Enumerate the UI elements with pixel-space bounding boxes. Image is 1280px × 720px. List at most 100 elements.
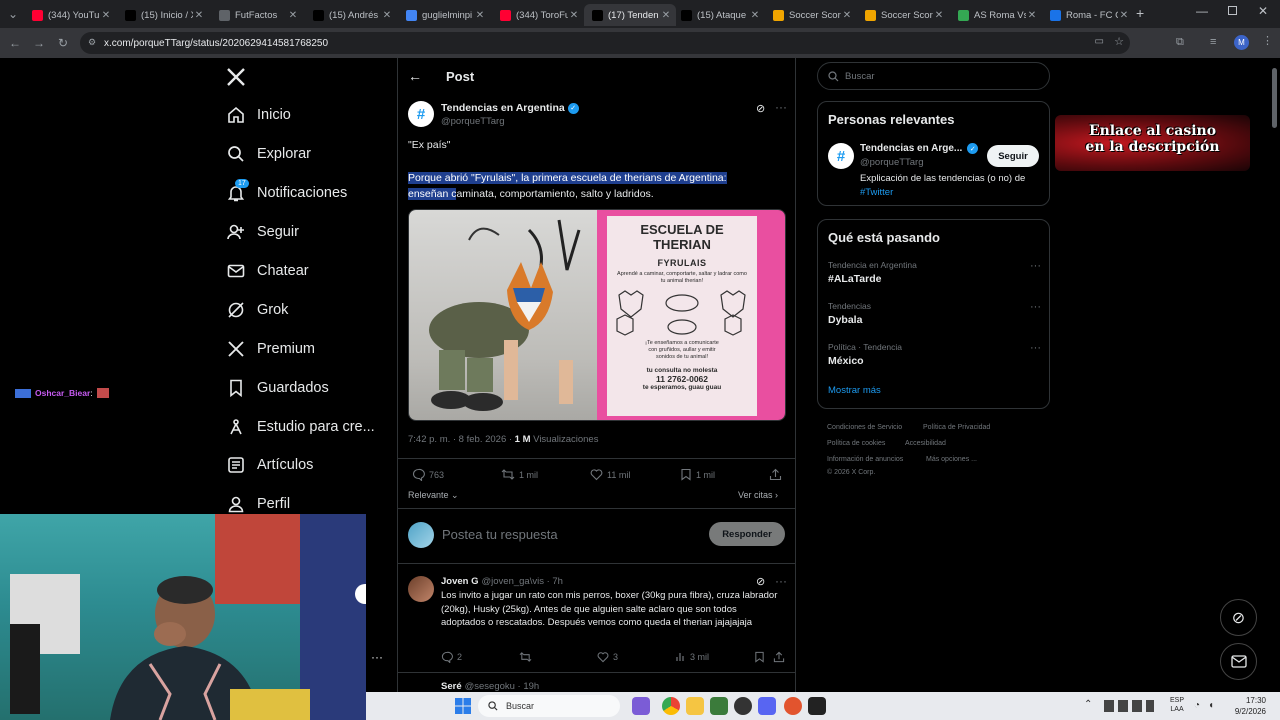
reply-share-icon[interactable] xyxy=(773,651,785,663)
messages-float-button[interactable] xyxy=(1220,643,1257,680)
url-input[interactable]: ⚙ x.com/porqueTTarg/status/2020629414581… xyxy=(80,32,1130,54)
minimize-button[interactable]: — xyxy=(1196,4,1208,18)
footer-link[interactable]: Información de anuncios xyxy=(827,456,903,463)
reply2-author-name[interactable]: Seré xyxy=(441,681,462,692)
browser-tab[interactable]: AS Roma Vs ✕ xyxy=(950,4,1042,26)
close-window-button[interactable]: ✕ xyxy=(1258,4,1268,18)
reply-reply-button[interactable]: 2 xyxy=(441,651,462,663)
network-icon[interactable]: ◔ xyxy=(1194,700,1200,711)
my-avatar[interactable] xyxy=(408,522,434,548)
browser-tab[interactable]: (344) ToroFu ✕ xyxy=(492,4,584,26)
reply-author-handle[interactable]: @joven_ga\vis · 7h xyxy=(482,576,563,587)
windows-start-icon[interactable] xyxy=(455,698,471,714)
author-handle[interactable]: @porqueTTarg xyxy=(441,116,505,127)
browser-tab[interactable]: Soccer Scor ✕ xyxy=(765,4,857,26)
sidebar-item-chatear[interactable]: Chatear xyxy=(226,261,309,281)
taskbar-app-4-icon[interactable] xyxy=(710,697,728,715)
maximize-button[interactable] xyxy=(1228,6,1237,15)
footer-link[interactable]: Más opciones ... xyxy=(926,456,977,463)
page-scrollbar[interactable] xyxy=(1272,68,1277,128)
tab-close-icon[interactable]: ✕ xyxy=(193,10,205,21)
footer-link[interactable]: Política de cookies xyxy=(827,440,885,447)
sidebar-item-artículos[interactable]: Artículos xyxy=(226,455,313,475)
clock[interactable]: 17:30 9/2/2026 xyxy=(1228,695,1266,717)
extensions-icon[interactable]: ⧉ xyxy=(1176,36,1184,49)
reply-like-button[interactable]: 3 xyxy=(597,651,618,663)
reply-input[interactable]: Postea tu respuesta xyxy=(442,527,558,542)
sidebar-item-explorar[interactable]: Explorar xyxy=(226,144,311,164)
browser-tab[interactable]: guglielminpi ✕ xyxy=(398,4,490,26)
discord-icon[interactable] xyxy=(758,697,776,715)
reply-repost-button[interactable] xyxy=(519,651,536,663)
relevant-name[interactable]: Tendencias en Arge... xyxy=(860,143,962,154)
site-info-icon[interactable]: ⚙ xyxy=(88,37,96,48)
reload-icon[interactable]: ↻ xyxy=(52,32,74,54)
poster-image[interactable]: ESCUELA DE THERIAN FYRULAIS Aprendé a ca… xyxy=(597,210,785,420)
bookmark-button[interactable]: 1 mil xyxy=(680,468,715,481)
footer-link[interactable]: Condiciones de Servicio xyxy=(827,424,902,431)
show-more-link[interactable]: Mostrar más xyxy=(828,385,881,396)
language-indicator[interactable]: ESP LAA xyxy=(1170,696,1184,714)
tray-chevron-icon[interactable]: ⌃ xyxy=(1084,699,1092,710)
tab-close-icon[interactable]: ✕ xyxy=(1118,10,1130,21)
reply-button[interactable]: 763 xyxy=(412,468,444,481)
chrome-icon[interactable] xyxy=(662,697,680,715)
sidebar-item-guardados[interactable]: Guardados xyxy=(226,378,329,398)
profile-avatar[interactable]: M xyxy=(1234,35,1249,50)
follow-button[interactable]: Seguir xyxy=(987,145,1039,167)
more-options-icon[interactable]: ··· xyxy=(775,100,787,114)
author-avatar[interactable]: # xyxy=(408,101,434,127)
trend-more-icon[interactable]: ··· xyxy=(1030,342,1041,354)
back-icon[interactable]: ← xyxy=(4,32,26,54)
search-box[interactable]: Buscar xyxy=(817,62,1050,90)
tab-close-icon[interactable]: ✕ xyxy=(749,10,761,21)
install-icon[interactable]: ▭ xyxy=(1095,36,1104,47)
tab-close-icon[interactable]: ✕ xyxy=(381,10,393,21)
reply2-author-handle[interactable]: @sesegoku · 19h xyxy=(465,681,540,692)
browser-tab[interactable]: (17) Tenden ✕ xyxy=(584,4,676,26)
explorer-icon[interactable] xyxy=(686,697,704,715)
volume-icon[interactable]: ◖ xyxy=(1208,700,1214,711)
star-icon[interactable]: ☆ xyxy=(1114,35,1124,48)
relevant-avatar[interactable]: # xyxy=(828,143,854,169)
trend-more-icon[interactable]: ··· xyxy=(1030,301,1041,313)
browser-tab[interactable]: Roma - FC C ✕ xyxy=(1042,4,1134,26)
taskbar-app-5-icon[interactable] xyxy=(734,697,752,715)
grok-post-icon[interactable]: ⊘ xyxy=(756,102,765,115)
tab-close-icon[interactable]: ✕ xyxy=(568,10,580,21)
sidebar-item-notificaciones[interactable]: 17 Notificaciones xyxy=(226,179,347,203)
relevant-bio-link[interactable]: #Twitter xyxy=(860,187,893,198)
trend-item[interactable]: Tendencias Dybala ··· xyxy=(828,301,1041,326)
taskbar-app-7-icon[interactable] xyxy=(784,697,802,715)
media-icon[interactable]: ≡ xyxy=(1210,36,1216,48)
x-logo-icon[interactable] xyxy=(226,67,246,87)
back-arrow-icon[interactable]: ← xyxy=(408,68,422,84)
reply-more-icon[interactable]: ··· xyxy=(775,574,787,588)
footer-link[interactable]: Accesibilidad xyxy=(905,440,946,447)
forward-icon[interactable]: → xyxy=(28,32,50,54)
reply-author-name[interactable]: Joven G xyxy=(441,576,479,587)
tab-close-icon[interactable]: ✕ xyxy=(1026,10,1038,21)
browser-tab[interactable]: (344) YouTu ✕ xyxy=(24,4,116,26)
quotes-link[interactable]: Ver citas › xyxy=(738,490,778,500)
taskbar-app-1-icon[interactable] xyxy=(632,697,650,715)
trend-more-icon[interactable]: ··· xyxy=(1030,260,1041,272)
share-button[interactable] xyxy=(769,468,786,481)
footer-link[interactable]: Política de Privacidad xyxy=(923,424,990,431)
tab-close-icon[interactable]: ✕ xyxy=(100,10,112,21)
terminal-icon[interactable] xyxy=(808,697,826,715)
webcam-side-more-icon[interactable]: ··· xyxy=(371,650,383,664)
sort-dropdown[interactable]: Relevante ⌄ xyxy=(408,490,459,501)
sidebar-item-grok[interactable]: Grok xyxy=(226,300,288,320)
browser-tab[interactable]: (15) Andrés ✕ xyxy=(305,4,397,26)
trend-item[interactable]: Tendencia en Argentina #ALaTarde ··· xyxy=(828,260,1041,285)
like-button[interactable]: 11 mil xyxy=(590,468,630,481)
tab-close-icon[interactable]: ✕ xyxy=(841,10,853,21)
browser-tab[interactable]: FutFactos ✕ xyxy=(211,4,303,26)
sidebar-item-premium[interactable]: Premium xyxy=(226,339,315,359)
taskbar-search[interactable]: Buscar xyxy=(478,695,620,717)
reply-avatar[interactable] xyxy=(408,576,434,602)
tab-search-icon[interactable]: ⌄ xyxy=(2,3,24,25)
sidebar-item-perfil[interactable]: Perfil xyxy=(226,494,290,514)
tab-close-icon[interactable]: ✕ xyxy=(474,10,486,21)
